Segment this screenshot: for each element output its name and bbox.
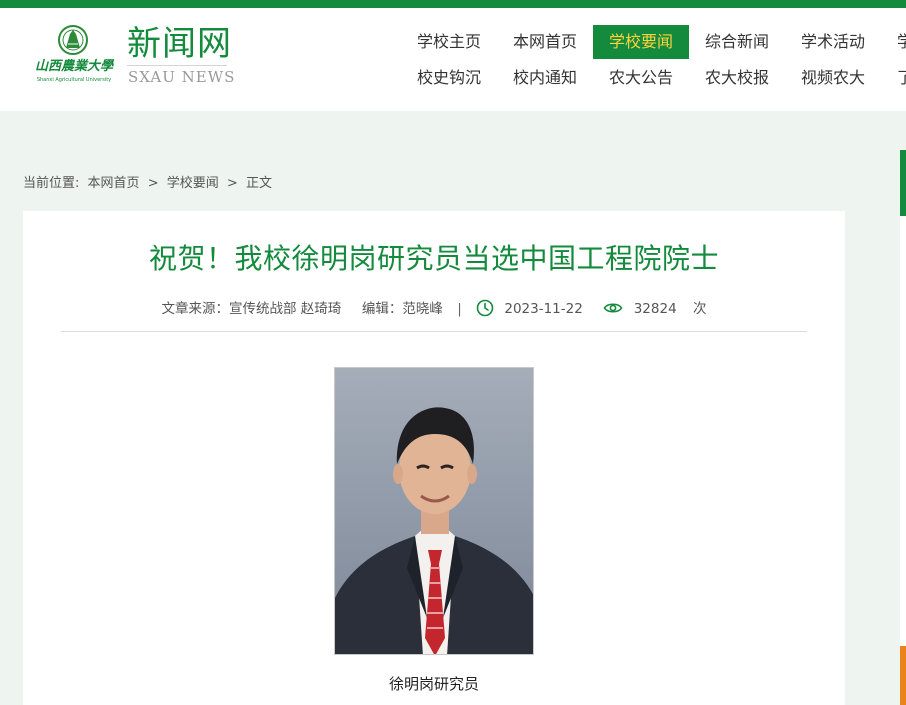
article-source: 文章来源：宣传统战部 赵琦琦 <box>161 301 342 317</box>
nav-announcements[interactable]: 农大公告 <box>593 61 689 95</box>
nav-school-home[interactable]: 学校主页 <box>401 25 497 59</box>
nav-general-news[interactable]: 综合新闻 <box>689 25 785 59</box>
top-accent-bar <box>0 0 906 8</box>
article-view-unit: 次 <box>692 301 707 317</box>
nav-campus-notices[interactable]: 校内通知 <box>497 61 593 95</box>
breadcrumb-link-home[interactable]: 本网首页 <box>88 176 140 191</box>
nav-more-row2[interactable]: 了 <box>881 61 906 95</box>
article-editor: 编辑：范晓峰 <box>361 301 443 317</box>
svg-text:Shanxi Agricultural University: Shanxi Agricultural University <box>37 77 111 83</box>
photo-caption: 徐明岗研究员 <box>388 675 479 693</box>
side-panel-edge <box>900 216 906 646</box>
breadcrumb: 当前位置: 本网首页 > 学校要闻 > 正文 <box>23 172 276 191</box>
meta-separator: | <box>457 301 462 317</box>
nav-video[interactable]: 视频农大 <box>785 61 881 95</box>
nav-campus-paper[interactable]: 农大校报 <box>689 61 785 95</box>
site-subtitle: SXAU NEWS <box>128 68 236 86</box>
nav-school-history[interactable]: 校史钩沉 <box>401 61 497 95</box>
breadcrumb-current: 正文 <box>245 176 272 191</box>
clock-icon <box>476 299 494 317</box>
article-date: 2023-11-22 <box>504 301 583 317</box>
breadcrumb-separator: > <box>147 176 159 191</box>
svg-text:山西農業大學: 山西農業大學 <box>35 58 115 74</box>
article-meta: 文章来源：宣传统战部 赵琦琦 编辑：范晓峰 | 2023-11-22 32824… <box>23 297 845 317</box>
portrait-photo <box>334 367 534 655</box>
article-view-count: 32824 <box>633 301 677 317</box>
meta-divider <box>61 331 807 332</box>
university-logo[interactable]: 山西農業大學 Shanxi Agricultural University <box>30 24 118 94</box>
article-title: 祝贺！我校徐明岗研究员当选中国工程院院士 <box>148 242 719 275</box>
side-accent-orange <box>900 646 906 705</box>
nav-school-headlines[interactable]: 学校要闻 <box>593 25 690 59</box>
site-name: 新闻网 <box>127 24 232 64</box>
breadcrumb-link-headlines[interactable]: 学校要闻 <box>167 176 219 191</box>
eye-icon <box>603 303 623 313</box>
breadcrumb-separator: > <box>226 176 238 191</box>
nav-academic-events[interactable]: 学术活动 <box>785 25 881 59</box>
nav-news-home[interactable]: 本网首页 <box>497 25 593 59</box>
article-card: 祝贺！我校徐明岗研究员当选中国工程院院士 文章来源：宣传统战部 赵琦琦 编辑：范… <box>23 211 845 705</box>
breadcrumb-prefix: 当前位置: <box>23 176 80 191</box>
nav-more-row1[interactable]: 学 <box>881 25 906 59</box>
site-header: 山西農業大學 Shanxi Agricultural University 新闻… <box>0 8 906 111</box>
side-accent-green <box>900 150 906 216</box>
site-name-underline <box>127 65 227 66</box>
